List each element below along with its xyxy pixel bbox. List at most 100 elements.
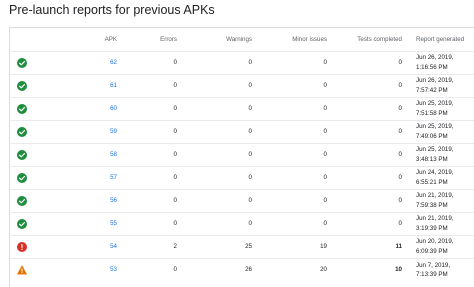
check-circle-icon bbox=[17, 195, 50, 206]
report-generated-cell: Jun 24, 2019, 6:55:21 PM bbox=[410, 166, 474, 189]
tests-completed-cell: 11 bbox=[395, 243, 402, 250]
report-time: 7:57:42 PM bbox=[416, 86, 448, 94]
tests-completed-cell: 0 bbox=[398, 59, 402, 66]
apk-version-link[interactable]: 57 bbox=[110, 174, 117, 181]
errors-cell: 0 bbox=[173, 174, 177, 181]
apk-version-link[interactable]: 58 bbox=[110, 151, 117, 158]
check-circle-icon bbox=[17, 80, 50, 91]
report-generated-cell: Jun 26, 2019, 7:57:42 PM bbox=[410, 74, 474, 97]
tests-completed-cell: 0 bbox=[398, 220, 402, 227]
report-date: Jun 7, 2019, bbox=[416, 261, 451, 269]
warnings-cell: 26 bbox=[245, 266, 252, 274]
status-cell bbox=[10, 51, 50, 74]
warning-icon bbox=[17, 265, 50, 275]
status-cell bbox=[10, 120, 50, 143]
warnings-cell: 0 bbox=[248, 197, 252, 204]
report-date: Jun 24, 2019, bbox=[416, 169, 454, 177]
table-row[interactable]: 62 0 0 0 0 Jun 26, 2019, 1:16:56 PM bbox=[10, 51, 474, 74]
apk-version-link[interactable]: 61 bbox=[110, 82, 117, 89]
minor-issues-cell: 0 bbox=[323, 151, 327, 158]
table-row[interactable]: 53 0 26 20 10 Jun 7, 2019, 7:13:39 PM bbox=[10, 258, 474, 281]
table-row[interactable]: 60 0 0 0 0 Jun 25, 2019, 7:51:58 PM bbox=[10, 97, 474, 120]
minor-issues-cell: 0 bbox=[323, 220, 327, 227]
check-circle-icon bbox=[17, 218, 50, 229]
tests-completed-cell: 0 bbox=[398, 197, 402, 204]
table-row[interactable]: 56 0 0 0 0 Jun 21, 2019, 7:59:38 PM bbox=[10, 189, 474, 212]
warnings-cell: 25 bbox=[245, 243, 252, 250]
reports-table: APK Errors Warnings Minor issues Tests c… bbox=[10, 28, 474, 281]
report-generated-cell: Jun 20, 2019, 6:09:39 PM bbox=[410, 235, 474, 258]
minor-issues-cell: 0 bbox=[323, 197, 327, 204]
table-row[interactable]: 58 0 0 0 0 Jun 25, 2019, 3:48:13 PM bbox=[10, 143, 474, 166]
status-column-header bbox=[10, 28, 50, 51]
warnings-cell: 0 bbox=[248, 220, 252, 227]
report-time: 7:59:38 PM bbox=[416, 201, 448, 209]
minor-issues-cell: 0 bbox=[323, 128, 327, 135]
apk-cell: 56 bbox=[50, 189, 125, 212]
apk-version-link[interactable]: 62 bbox=[110, 59, 117, 66]
apk-version-link[interactable]: 60 bbox=[110, 105, 117, 112]
minor-issues-cell: 0 bbox=[323, 174, 327, 181]
minor-issues-cell: 20 bbox=[320, 266, 327, 274]
minor-issues-cell: 0 bbox=[323, 82, 327, 89]
apk-version-link[interactable]: 55 bbox=[110, 220, 117, 227]
table-row[interactable]: 59 0 0 0 0 Jun 25, 2019, 7:49:06 PM bbox=[10, 120, 474, 143]
report-date: Jun 25, 2019, bbox=[416, 146, 454, 154]
status-cell bbox=[10, 235, 50, 258]
apk-version-link[interactable]: 59 bbox=[110, 128, 117, 135]
errors-column-header[interactable]: Errors bbox=[125, 28, 185, 51]
warnings-cell: 0 bbox=[248, 59, 252, 66]
apk-cell: 53 bbox=[50, 258, 125, 281]
apk-version-link[interactable]: 56 bbox=[110, 197, 117, 204]
report-date: Jun 25, 2019, bbox=[416, 123, 454, 131]
table-row[interactable]: 54 2 25 19 11 Jun 20, 2019, 6:09:39 PM bbox=[10, 235, 474, 258]
table-body: 62 0 0 0 0 Jun 26, 2019, 1:16:56 PM 61 0 0 0 0 Jun 2… bbox=[10, 51, 474, 281]
apk-cell: 62 bbox=[50, 51, 125, 74]
table-row[interactable]: 57 0 0 0 0 Jun 24, 2019, 6:55:21 PM bbox=[10, 166, 474, 189]
warnings-cell: 0 bbox=[248, 128, 252, 135]
warnings-cell: 0 bbox=[248, 82, 252, 89]
report-time: 6:09:39 PM bbox=[416, 247, 448, 255]
status-cell bbox=[10, 166, 50, 189]
report-generated-cell: Jun 7, 2019, 7:13:39 PM bbox=[410, 258, 474, 281]
tests-completed-column-header[interactable]: Tests completed bbox=[335, 28, 410, 51]
report-time: 1:16:56 PM bbox=[416, 63, 448, 71]
status-cell bbox=[10, 143, 50, 166]
report-time: 3:19:39 PM bbox=[416, 224, 448, 232]
minor-issues-cell: 19 bbox=[320, 243, 327, 250]
reports-card: APK Errors Warnings Minor issues Tests c… bbox=[9, 27, 474, 287]
errors-cell: 0 bbox=[173, 220, 177, 227]
report-generated-cell: Jun 25, 2019, 3:48:13 PM bbox=[410, 143, 474, 166]
table-row[interactable]: 61 0 0 0 0 Jun 26, 2019, 7:57:42 PM bbox=[10, 74, 474, 97]
page: Pre-launch reports for previous APKs APK… bbox=[0, 0, 474, 287]
tests-completed-cell: 0 bbox=[398, 151, 402, 158]
apk-version-link[interactable]: 53 bbox=[110, 266, 117, 273]
table-header-row: APK Errors Warnings Minor issues Tests c… bbox=[10, 28, 474, 51]
errors-cell: 0 bbox=[173, 82, 177, 89]
apk-version-link[interactable]: 54 bbox=[110, 243, 117, 250]
report-time: 7:13:39 PM bbox=[416, 270, 448, 278]
report-generated-column-header[interactable]: Report generated bbox=[410, 28, 474, 51]
minor-issues-column-header[interactable]: Minor issues bbox=[260, 28, 335, 51]
check-circle-icon bbox=[17, 149, 50, 160]
apk-column-header[interactable]: APK bbox=[50, 28, 125, 51]
report-generated-cell: Jun 25, 2019, 7:51:58 PM bbox=[410, 97, 474, 120]
errors-cell: 0 bbox=[173, 197, 177, 204]
report-date: Jun 20, 2019, bbox=[416, 238, 454, 246]
tests-completed-cell: 0 bbox=[398, 82, 402, 89]
apk-cell: 60 bbox=[50, 97, 125, 120]
tests-completed-cell: 10 bbox=[395, 266, 402, 274]
report-generated-cell: Jun 21, 2019, 3:19:39 PM bbox=[410, 212, 474, 235]
report-date: Jun 26, 2019, bbox=[416, 54, 454, 62]
table-row[interactable]: 55 0 0 0 0 Jun 21, 2019, 3:19:39 PM bbox=[10, 212, 474, 235]
warnings-column-header[interactable]: Warnings bbox=[185, 28, 260, 51]
warnings-cell: 0 bbox=[248, 174, 252, 181]
check-circle-icon bbox=[17, 126, 50, 137]
minor-issues-cell: 0 bbox=[323, 105, 327, 112]
report-time: 6:55:21 PM bbox=[416, 178, 448, 186]
warnings-cell: 0 bbox=[248, 151, 252, 158]
report-time: 3:48:13 PM bbox=[416, 155, 448, 163]
apk-cell: 59 bbox=[50, 120, 125, 143]
report-date: Jun 21, 2019, bbox=[416, 215, 454, 223]
status-cell bbox=[10, 258, 50, 281]
